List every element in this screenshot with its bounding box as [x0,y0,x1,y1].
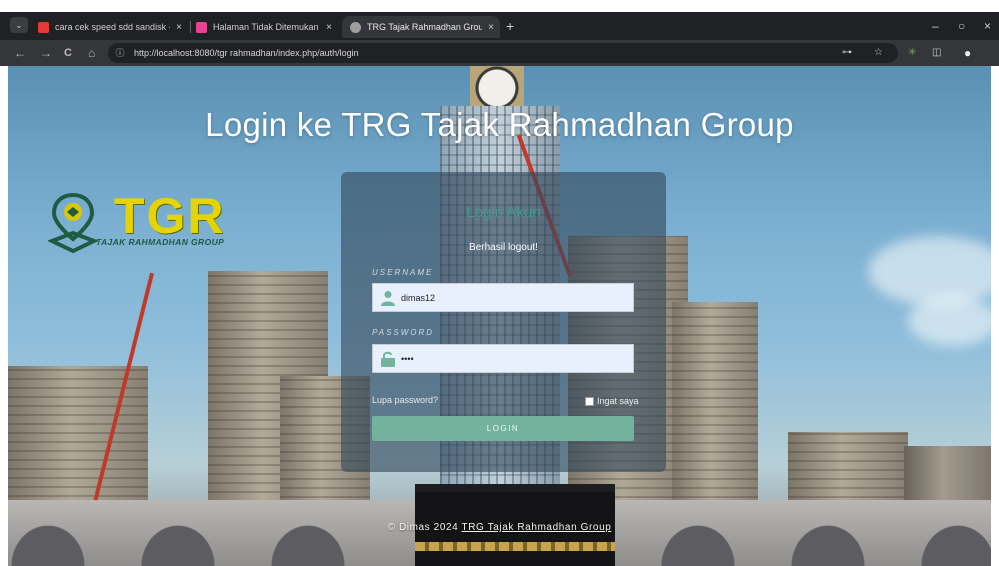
window-close-icon[interactable]: × [984,16,991,36]
browser-tab-bar: ⌄ cara cek speed sdd sandisk - Yo × Hala… [0,0,999,40]
logo-text: TGR [114,188,226,244]
unlock-icon [381,351,395,367]
remember-checkbox[interactable] [585,396,594,406]
tab-close-icon[interactable]: × [482,22,500,33]
maximize-icon[interactable]: ○ [958,16,965,36]
extension-icon[interactable]: ✳ [908,44,916,62]
user-icon [381,291,395,306]
instagram-icon [196,21,207,33]
tab-close-icon[interactable]: × [170,22,188,33]
tab-separator [190,21,191,33]
tgr-logo: TGR TAJAK RAHMADHAN GROUP [48,191,268,255]
address-bar[interactable]: ⓘ http://localhost:8080/tgr rahmadhan/in… [108,43,898,63]
remember-label: Ingat saya [597,396,639,406]
background-cloud [908,296,991,346]
remember-me[interactable]: Ingat saya [585,396,639,406]
tab-title: Halaman Tidak Ditemukan - In [213,22,320,32]
puzzle-icon[interactable]: ◫ [932,44,941,62]
browser-tab-2[interactable]: Halaman Tidak Ditemukan - In × [196,16,338,38]
login-heading: Login Akun [466,204,541,221]
tab-close-icon[interactable]: × [320,22,338,33]
browser-tab-active[interactable]: TRG Tajak Rahmadhan Group × [342,16,500,38]
password-key-icon[interactable]: ⊶ [842,44,852,62]
bookmark-star-icon[interactable]: ☆ [874,44,883,62]
tab-search-icon[interactable]: ⌄ [10,17,28,33]
url-text: http://localhost:8080/tgr rahmadhan/inde… [134,48,359,58]
clock-tower-face [470,66,524,106]
new-tab-button[interactable]: + [506,16,514,36]
login-button[interactable]: LOGIN [372,416,634,441]
globe-icon [350,21,361,33]
kaaba-band [415,542,615,551]
back-icon[interactable]: ← [14,44,26,62]
footer: © Dimas 2024 TRG Tajak Rahmadhan Group [8,522,991,533]
forward-icon[interactable]: → [40,44,52,62]
password-input[interactable] [401,350,621,367]
page-title: Login ke TRG Tajak Rahmadhan Group [205,106,794,143]
window-frame [0,0,999,12]
reload-icon[interactable]: C [64,44,72,62]
password-field[interactable] [372,344,634,373]
username-input[interactable] [401,289,621,306]
footer-brand-link[interactable]: TRG Tajak Rahmadhan Group [462,522,612,533]
username-field[interactable] [372,283,634,312]
forgot-password-link[interactable]: Lupa password? [372,395,438,405]
browser-tab-1[interactable]: cara cek speed sdd sandisk - Yo × [38,16,188,38]
background-building [672,302,758,516]
background-building [8,366,148,506]
home-icon[interactable]: ⌂ [88,44,95,62]
page-viewport: Login ke TRG Tajak Rahmadhan Group TGR T… [8,66,991,566]
password-label: PASSWORD [372,328,435,337]
youtube-icon [38,21,49,33]
minimize-icon[interactable]: – [932,16,939,36]
tab-title: TRG Tajak Rahmadhan Group [367,22,483,32]
location-pin-icon [48,192,98,253]
background-cloud [868,236,991,306]
logout-message: Berhasil logout! [469,242,538,253]
footer-copyright: © Dimas 2024 [387,522,459,533]
profile-avatar-icon[interactable]: ● [964,44,971,62]
username-label: USERNAME [372,268,434,277]
site-info-icon[interactable]: ⓘ [114,43,126,63]
logo-subtitle: TAJAK RAHMADHAN GROUP [96,237,225,247]
login-card: Login Akun Berhasil logout! USERNAME PAS… [341,172,666,472]
tab-title: cara cek speed sdd sandisk - Yo [55,22,170,32]
